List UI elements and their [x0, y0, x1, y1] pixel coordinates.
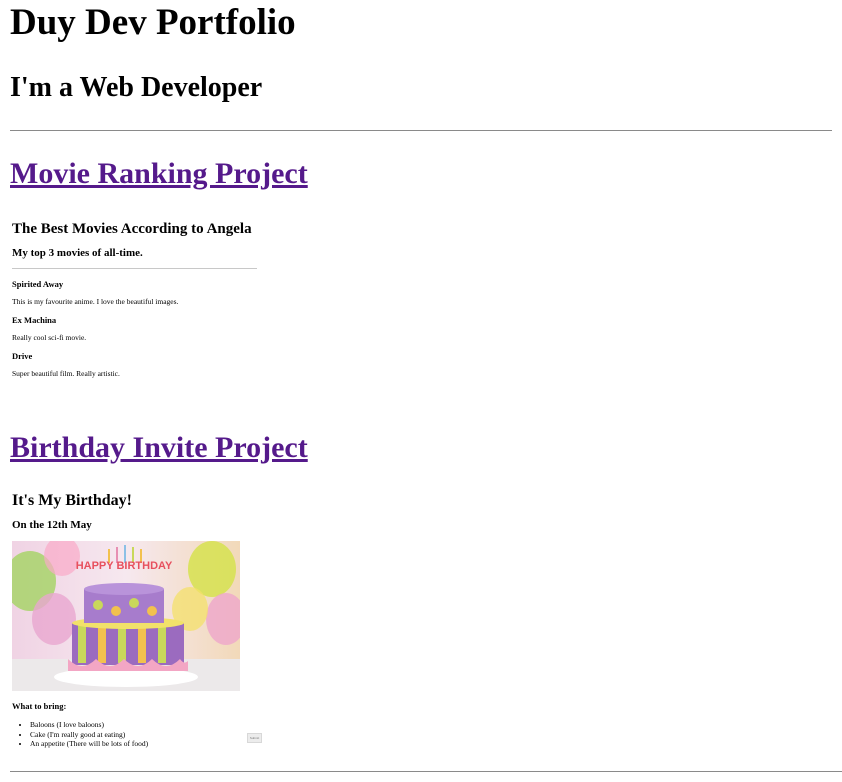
birthday-date: On the 12th May	[12, 519, 92, 531]
divider	[10, 130, 832, 131]
page-title: Duy Dev Portfolio	[10, 2, 296, 43]
birthday-invite-project-link[interactable]: Birthday Invite Project	[10, 431, 308, 464]
movie-project-preview: The Best Movies According to Angela My t…	[10, 220, 260, 378]
cake-caption: HAPPY BIRTHDAY	[76, 560, 173, 572]
portfolio-page: Duy Dev Portfolio I'm a Web Developer Mo…	[0, 0, 842, 772]
movie-description: Really cool sci-fi movie.	[12, 333, 87, 342]
movie-description: This is my favourite anime. I love the b…	[12, 297, 179, 306]
movie-project-section: Movie Ranking Project	[10, 157, 308, 191]
list-item: Baloons (I love baloons)	[30, 720, 260, 730]
movie-title: Ex Machina	[12, 315, 57, 325]
birthday-project-preview: It's My Birthday! On the 12th May HAPPY …	[10, 491, 260, 749]
bring-list: Baloons (I love baloons) Cake (I'm reall…	[12, 720, 260, 749]
birthday-project-section: Birthday Invite Project	[10, 431, 308, 465]
birthday-heading: It's My Birthday!	[12, 492, 132, 509]
list-item: An appetite (There will be lots of food)	[30, 739, 260, 749]
page-subtitle: I'm a Web Developer	[10, 72, 263, 103]
movie-title: Drive	[12, 351, 33, 361]
submit-button[interactable]: Submit	[247, 733, 262, 743]
movie-description: Super beautiful film. Really artistic.	[12, 369, 120, 378]
birthday-cake-image: HAPPY BIRTHDAY	[12, 541, 240, 691]
movie-subheading: My top 3 movies of all-time.	[12, 247, 143, 259]
bring-heading: What to bring:	[12, 701, 67, 711]
bottom-divider	[10, 771, 842, 772]
list-item: Cake (I'm really good at eating)	[30, 730, 260, 740]
movie-heading: The Best Movies According to Angela	[12, 221, 252, 237]
movie-title: Spirited Away	[12, 279, 64, 289]
movie-divider	[12, 268, 257, 269]
movie-ranking-project-link[interactable]: Movie Ranking Project	[10, 157, 308, 190]
